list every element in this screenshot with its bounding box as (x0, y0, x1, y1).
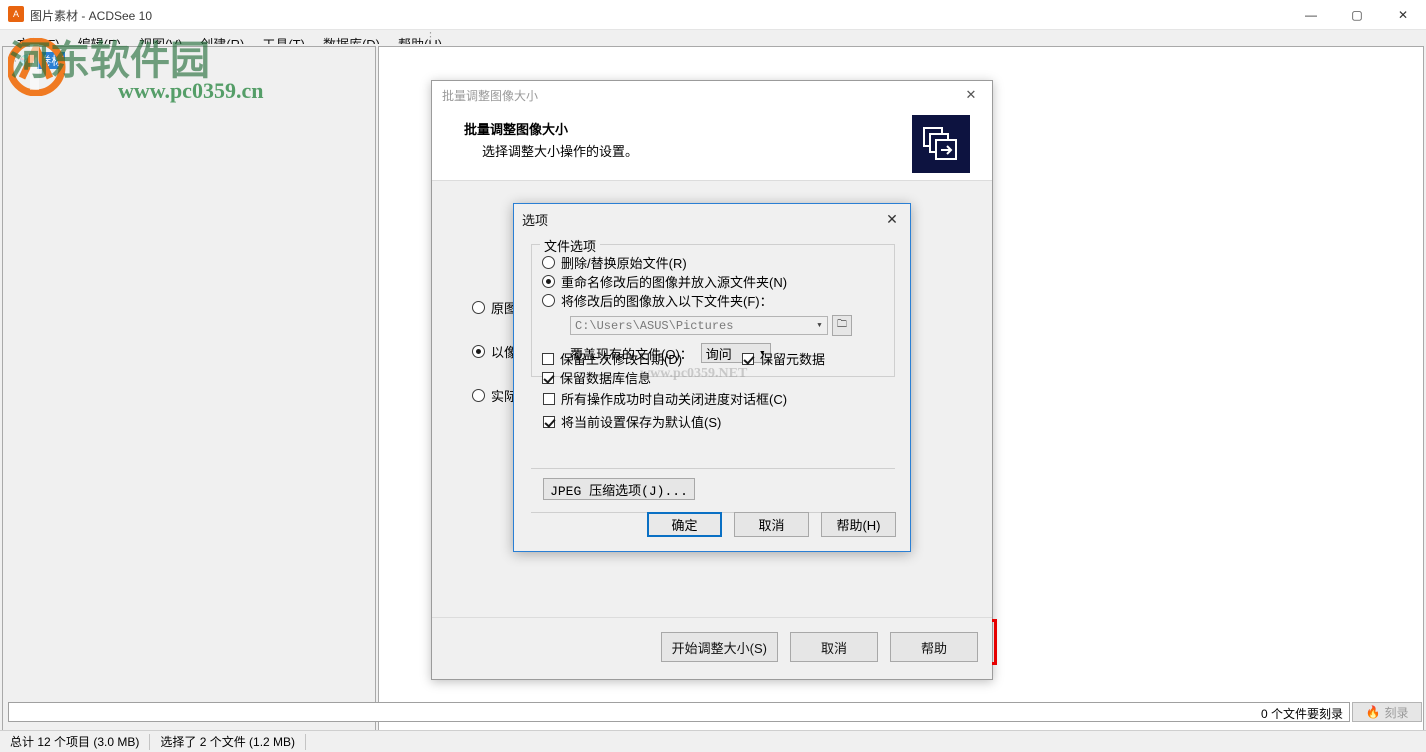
radio-icon[interactable] (542, 294, 555, 307)
maximize-button[interactable]: ▢ (1334, 0, 1380, 30)
app-icon: A (8, 6, 24, 22)
resize-dialog-subheading: 选择调整大小操作的设置。 (482, 144, 639, 159)
checkbox-label: 所有操作成功时自动关闭进度对话框(C) (561, 392, 788, 407)
file-option-radio[interactable]: 删除/替换原始文件(R) (532, 253, 894, 272)
output-folder-input[interactable]: C:\Users\ASUS\Pictures ▼ (570, 316, 828, 335)
options-dialog: 选项 ✕ 文件选项 删除/替换原始文件(R) 重命名修改后的图像并放入源文件夹(N… (513, 203, 911, 552)
file-options-group: 文件选项 删除/替换原始文件(R) 重命名修改后的图像并放入源文件夹(N) 将修改后… (531, 236, 895, 386)
radio-label: 删除/替换原始文件(R) (561, 256, 687, 271)
options-dialog-button[interactable]: 取消 (734, 512, 809, 537)
file-option-radio[interactable]: 将修改后的图像放入以下文件夹(F)： (532, 291, 894, 310)
preserve-checkboxes: 保留上次修改日期(D) 保留元数据 保留数据库信息 (532, 349, 894, 387)
status-total: 总计 12 个项目 (3.0 MB) (10, 735, 140, 749)
batch-resize-icon (912, 115, 970, 173)
resize-dialog-titlebar: 批量调整图像大小 ✕ (432, 81, 992, 109)
checkbox-label: 保留上次修改日期(D) (560, 352, 683, 367)
burn-volume-row[interactable]: ┈ 💿 卷标 (3, 47, 375, 69)
checkbox-icon[interactable] (742, 352, 754, 365)
status-selected: 选择了 2 个文件 (1.2 MB) (160, 735, 296, 749)
resize-dialog-button[interactable]: 开始调整大小(S) (660, 632, 778, 662)
options-dialog-button[interactable]: 确定 (647, 512, 722, 537)
close-icon[interactable]: ✕ (878, 211, 906, 228)
resize-dialog-heading: 批量调整图像大小 (464, 122, 569, 137)
chevron-down-icon[interactable]: ▼ (812, 322, 827, 330)
burn-status-field: 0 个文件要刻录 (8, 702, 1350, 722)
title-bar: A 图片素材 - ACDSee 10 — ▢ ✕ (0, 0, 1426, 30)
status-bar: 总计 12 个项目 (3.0 MB) 选择了 2 个文件 (1.2 MB) (0, 730, 1426, 752)
preserve-checkbox[interactable]: 保留数据库信息 (532, 368, 894, 387)
file-option-radio[interactable]: 重命名修改后的图像并放入源文件夹(N) (532, 272, 894, 291)
options-dialog-buttons: 确定 取消 帮助(H) (647, 512, 896, 537)
minimize-button[interactable]: — (1288, 0, 1334, 30)
burn-volume-label: 卷标 (37, 52, 66, 69)
checkbox-icon[interactable] (542, 371, 554, 384)
resize-dialog-buttons: 开始调整大小(S) 取消 帮助 (660, 632, 978, 662)
output-folder-row: C:\Users\ASUS\Pictures ▼ 🗀 (532, 315, 894, 336)
checkbox-label: 将当前设置保存为默认值(S) (561, 415, 722, 430)
preserve-db-checkbox-wrap: 保留数据库信息 (532, 368, 894, 387)
radio-label: 重命名修改后的图像并放入源文件夹(N) (561, 275, 788, 290)
resize-dialog-footer: 开始调整大小(S) 取消 帮助 (432, 617, 992, 679)
burn-button[interactable]: 🔥 刻录 (1352, 702, 1422, 722)
checkbox-icon[interactable] (543, 392, 555, 405)
close-icon[interactable]: ✕ (956, 87, 986, 103)
window-title: 图片素材 - ACDSee 10 (30, 9, 153, 23)
file-options-group-label: 文件选项 (540, 236, 601, 255)
burn-tree[interactable]: ┈ 💿 卷标 (2, 46, 376, 750)
preserve-checkbox[interactable]: 保留上次修改日期(D) (532, 349, 732, 368)
preserve-checkbox[interactable]: 保留元数据 (732, 349, 825, 368)
outer-checkbox[interactable]: 所有操作成功时自动关闭进度对话框(C) (531, 387, 895, 410)
options-dialog-titlebar: 选项 ✕ (514, 204, 910, 234)
options-dialog-title: 选项 (522, 212, 549, 228)
options-dialog-button[interactable]: 帮助(H) (821, 512, 896, 537)
acdsee-window: A 图片素材 - ACDSee 10 — ▢ ✕ 文件(F)编辑(E)视图(V)… (0, 0, 1426, 752)
resize-dialog-banner: 批量调整图像大小 选择调整大小操作的设置。 (432, 109, 992, 181)
toolbar-grip: ⋮ (425, 31, 436, 43)
resize-dialog-button[interactable]: 取消 (790, 632, 878, 662)
preserve-metadata-checkbox-wrap: 保留元数据 (732, 349, 825, 368)
resize-dialog-button[interactable]: 帮助 (890, 632, 978, 662)
resize-dialog-titlebar-text: 批量调整图像大小 (442, 88, 539, 103)
checkbox-icon[interactable] (543, 415, 555, 428)
window-buttons: — ▢ ✕ (1288, 0, 1426, 30)
radio-label: 将修改后的图像放入以下文件夹(F)： (561, 294, 773, 309)
outer-checkbox[interactable]: 将当前设置保存为默认值(S) (531, 410, 895, 433)
checkbox-icon[interactable] (542, 352, 554, 365)
output-folder-value: C:\Users\ASUS\Pictures (575, 318, 734, 333)
close-button[interactable]: ✕ (1380, 0, 1426, 30)
burn-icon: 🔥 (1365, 705, 1381, 719)
burn-button-label: 刻录 (1384, 705, 1409, 720)
radio-icon[interactable] (542, 256, 555, 269)
folder-browse-icon[interactable]: 🗀 (832, 315, 852, 336)
outer-checkboxes: 所有操作成功时自动关闭进度对话框(C) 将当前设置保存为默认值(S) (531, 387, 895, 433)
checkbox-label: 保留数据库信息 (560, 371, 652, 386)
radio-icon[interactable] (542, 275, 555, 288)
radio-icon[interactable] (472, 388, 485, 402)
disc-icon: 💿 (19, 53, 35, 68)
jpeg-compression-button[interactable]: JPEG 压缩选项(J)... (543, 478, 695, 500)
preserve-date-checkbox-wrap: 保留上次修改日期(D) (532, 349, 732, 368)
radio-icon[interactable] (472, 300, 485, 314)
checkbox-label: 保留元数据 (760, 352, 826, 367)
radio-icon[interactable] (472, 344, 485, 358)
